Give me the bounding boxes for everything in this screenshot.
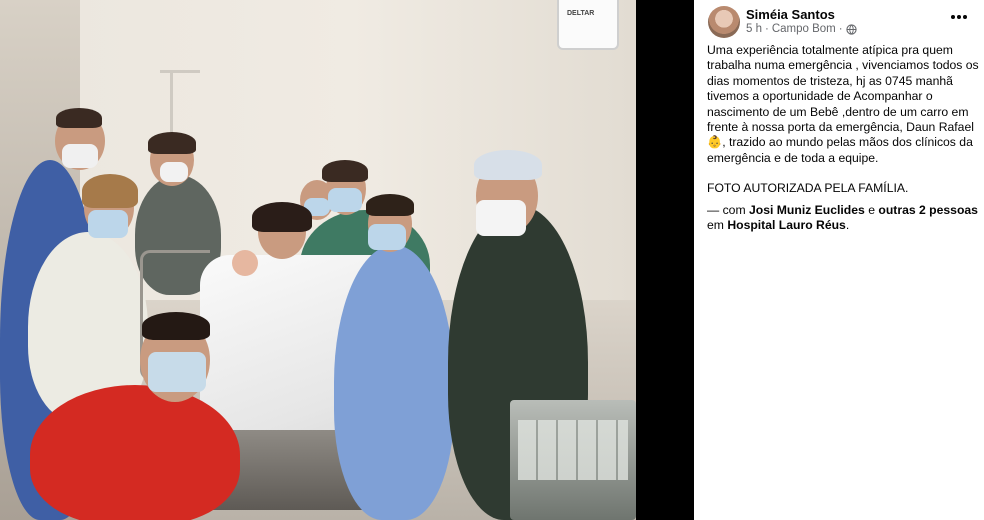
globe-icon[interactable] xyxy=(845,23,857,35)
post-tagline: — com Josi Muniz Euclides e outras 2 pes… xyxy=(707,203,979,234)
mother-hair xyxy=(252,202,312,232)
surgical-cap xyxy=(474,150,542,180)
person-hair xyxy=(322,160,368,182)
face-mask xyxy=(62,144,98,168)
post-paragraph: Uma experiência totalmente atípica pra q… xyxy=(707,43,979,166)
post-panel: Siméia Santos 5 h · Campo Bom · Uma expe… xyxy=(694,0,984,520)
tagged-person-link[interactable]: Josi Muniz Euclides xyxy=(749,203,865,217)
face-mask xyxy=(328,188,362,212)
face-mask xyxy=(160,162,188,182)
person-nurse-blue xyxy=(334,245,454,520)
person-hair xyxy=(148,132,196,154)
post-paragraph: FOTO AUTORIZADA PELA FAMÍLIA. xyxy=(707,181,979,196)
place-link[interactable]: Hospital Lauro Réus xyxy=(727,218,846,232)
post-location[interactable]: Campo Bom xyxy=(772,23,836,35)
photo-gutter xyxy=(636,0,694,520)
iv-pole-bar xyxy=(160,70,200,73)
body-text: Uma experiência totalmente atípica pra q… xyxy=(707,43,979,135)
body-text: , trazido ao mundo pelas mãos dos clínic… xyxy=(707,135,973,165)
supply-cart-bins xyxy=(518,420,628,480)
tag-prefix: — com xyxy=(707,203,746,217)
baby-emoji-icon: 👶 xyxy=(707,135,723,150)
post-photo[interactable]: DELTAR xyxy=(0,0,636,520)
meta-separator: · xyxy=(765,23,769,35)
post-time[interactable]: 5 h xyxy=(746,23,762,35)
more-options-icon[interactable] xyxy=(950,12,968,22)
avatar[interactable] xyxy=(708,6,740,38)
tag-and: e xyxy=(868,203,875,217)
face-mask xyxy=(368,224,406,250)
tagged-others-link[interactable]: outras 2 pessoas xyxy=(878,203,978,217)
person-hair xyxy=(142,312,210,340)
tag-end: . xyxy=(845,218,850,233)
author-name[interactable]: Siméia Santos xyxy=(746,7,835,22)
face-mask xyxy=(148,352,206,392)
baby-head xyxy=(232,250,258,276)
person-hair xyxy=(82,174,138,208)
person-hair xyxy=(56,108,102,128)
person-hair xyxy=(366,194,414,216)
post-meta: 5 h · Campo Bom · xyxy=(746,23,857,35)
meta-separator: · xyxy=(838,23,843,35)
clock-brand: DELTAR xyxy=(567,10,595,17)
wall-clock: DELTAR xyxy=(557,0,619,50)
tag-in: em xyxy=(707,218,724,233)
body-text: FOTO AUTORIZADA PELA FAMÍLIA. xyxy=(707,181,909,196)
face-mask xyxy=(88,210,128,238)
person-red-shirt xyxy=(30,385,240,520)
post-body: Uma experiência totalmente atípica pra q… xyxy=(707,43,979,197)
face-mask xyxy=(476,200,526,236)
